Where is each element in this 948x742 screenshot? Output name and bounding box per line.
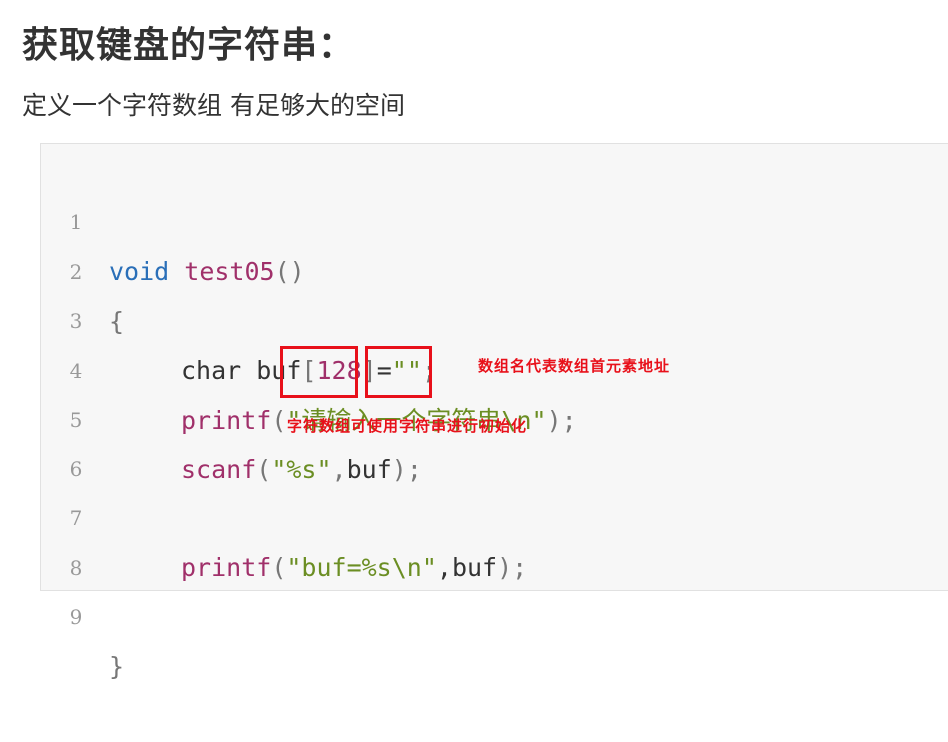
code-text: } bbox=[109, 652, 125, 681]
code-line-8: 8 bbox=[41, 493, 948, 580]
annotation-char-array-init: 字符数组可使用字符串进行初始化 bbox=[287, 417, 528, 435]
page-title: 获取键盘的字符串： bbox=[22, 25, 356, 66]
code-line-9: 9 } bbox=[41, 542, 948, 681]
code-line-4: 4 printf("请输入一个字符串\n"); bbox=[41, 296, 948, 435]
annotation-array-name: 数组名代表数组首元素地址 bbox=[478, 357, 671, 375]
highlight-box-format-string bbox=[280, 346, 358, 398]
line-number: 9 bbox=[69, 605, 83, 629]
highlight-box-buf bbox=[365, 346, 432, 398]
code-line-2: 2 { bbox=[41, 197, 948, 336]
code-line-7: 7 printf("buf=%s\n",buf); bbox=[41, 443, 948, 582]
page-subtitle: 定义一个字符数组 有足够大的空间 bbox=[22, 91, 405, 120]
code-line-3: 3 char buf[128]=""; bbox=[41, 246, 948, 385]
code-line-1: 1 void test05() bbox=[41, 147, 948, 286]
